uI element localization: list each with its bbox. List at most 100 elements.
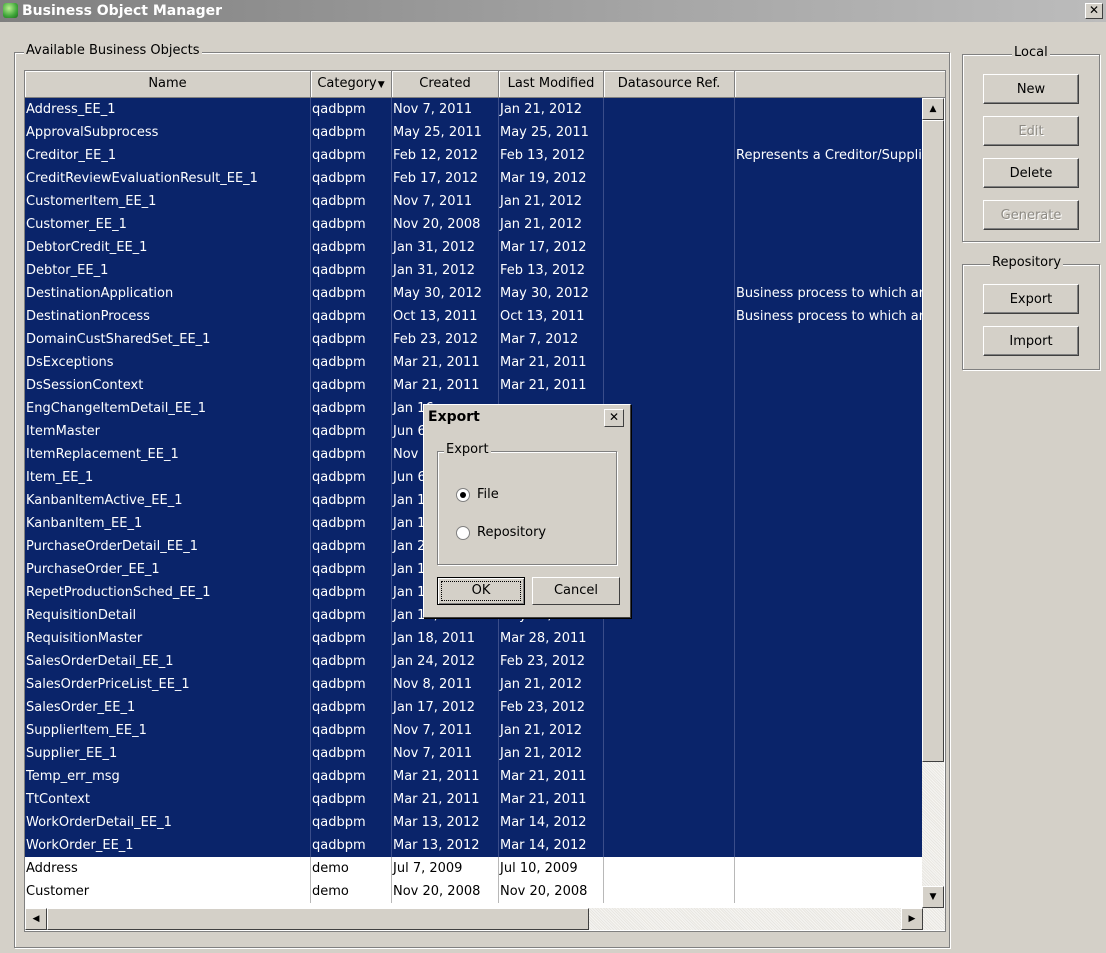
cell-datasource-ref (604, 167, 735, 190)
table-row[interactable]: Customer demo Nov 20, 2008 Nov 20, 2008 (25, 880, 923, 903)
cell-datasource-ref (604, 282, 735, 305)
cell-created: Nov 20, 2008 (392, 880, 499, 903)
col-header-last-modified[interactable]: Last Modified (499, 71, 604, 98)
table-row[interactable]: Address demo Jul 7, 2009 Jul 10, 2009 (25, 857, 923, 880)
horizontal-scrollbar[interactable]: ◀ ▶ (25, 908, 945, 930)
col-header-datasource-ref[interactable]: Datasource Ref. (604, 71, 735, 98)
table-row[interactable]: DomainCustSharedSet_EE_1 qadbpm Feb 23, 20… (25, 328, 923, 351)
scroll-down-icon[interactable]: ▼ (922, 886, 944, 908)
cell-category: qadbpm (311, 443, 392, 466)
local-group-label: Local (1012, 45, 1050, 60)
export-option-group-label: Export (444, 442, 491, 457)
table-row[interactable]: SupplierItem_EE_1 qadbpm Nov 7, 2011 Jan 21… (25, 719, 923, 742)
cell-name: DsExceptions (25, 351, 311, 374)
repository-group-label: Repository (990, 255, 1064, 270)
radio-repository-indicator[interactable] (456, 525, 470, 540)
cell-description (735, 719, 923, 742)
table-row[interactable]: DsExceptions qadbpm Mar 21, 2011 Mar 21, 20… (25, 351, 923, 374)
table-row[interactable]: SalesOrder_EE_1 qadbpm Jan 17, 2012 Feb 23,… (25, 696, 923, 719)
cell-last-modified: May 25, 2011 (499, 121, 604, 144)
new-button[interactable]: New (983, 74, 1079, 104)
cancel-button[interactable]: Cancel (532, 577, 620, 605)
horizontal-scroll-thumb[interactable] (47, 908, 589, 930)
export-button[interactable]: Export (983, 284, 1079, 314)
cell-last-modified: Mar 17, 2012 (499, 236, 604, 259)
table-row[interactable]: WorkOrder_EE_1 qadbpm Mar 13, 2012 Mar 14, … (25, 834, 923, 857)
cell-category: qadbpm (311, 351, 392, 374)
import-button[interactable]: Import (983, 326, 1079, 356)
cell-category: qadbpm (311, 213, 392, 236)
window-title: Business Object Manager (22, 3, 223, 19)
col-header-description[interactable] (735, 71, 945, 98)
cell-category: qadbpm (311, 558, 392, 581)
scroll-left-icon[interactable]: ◀ (25, 908, 47, 930)
table-row[interactable]: DestinationProcess qadbpm Oct 13, 2011 Oct … (25, 305, 923, 328)
table-row[interactable]: SalesOrderPriceList_EE_1 qadbpm Nov 8, 201… (25, 673, 923, 696)
table-row[interactable]: TtContext qadbpm Mar 21, 2011 Mar 21, 2011 (25, 788, 923, 811)
cell-created: Feb 17, 2012 (392, 167, 499, 190)
cell-name: PurchaseOrderDetail_EE_1 (25, 535, 311, 558)
cell-name: DebtorCredit_EE_1 (25, 236, 311, 259)
table-row[interactable]: RequisitionMaster qadbpm Jan 18, 2011 Mar 2… (25, 627, 923, 650)
cell-description (735, 650, 923, 673)
cell-category: qadbpm (311, 788, 392, 811)
window-close-icon[interactable]: ✕ (1085, 3, 1103, 19)
table-row[interactable]: ApprovalSubprocess qadbpm May 25, 2011 May … (25, 121, 923, 144)
col-header-category[interactable]: Category▼ (311, 71, 392, 98)
table-row[interactable]: Debtor_EE_1 qadbpm Jan 31, 2012 Feb 13, 201… (25, 259, 923, 282)
cell-last-modified: Jan 21, 2012 (499, 719, 604, 742)
cell-datasource-ref (604, 305, 735, 328)
generate-button[interactable]: Generate (983, 200, 1079, 230)
scroll-up-icon[interactable]: ▲ (922, 98, 944, 120)
cell-category: qadbpm (311, 167, 392, 190)
vertical-scroll-thumb[interactable] (922, 120, 944, 762)
cell-category: qadbpm (311, 98, 392, 121)
cell-description (735, 236, 923, 259)
cell-name: ItemReplacement_EE_1 (25, 443, 311, 466)
table-row[interactable]: Address_EE_1 qadbpm Nov 7, 2011 Jan 21, 201… (25, 98, 923, 121)
cell-name: RepetProductionSched_EE_1 (25, 581, 311, 604)
ok-button[interactable]: OK (437, 577, 525, 605)
edit-button[interactable]: Edit (983, 116, 1079, 146)
cell-name: RequisitionMaster (25, 627, 311, 650)
table-row[interactable]: Creditor_EE_1 qadbpm Feb 12, 2012 Feb 13, 2… (25, 144, 923, 167)
table-row[interactable]: Supplier_EE_1 qadbpm Nov 7, 2011 Jan 21, 20… (25, 742, 923, 765)
cell-description (735, 351, 923, 374)
radio-file[interactable]: File (456, 485, 499, 505)
dialog-close-icon[interactable]: ✕ (604, 409, 624, 427)
cell-last-modified: Mar 21, 2011 (499, 374, 604, 397)
cell-category: qadbpm (311, 190, 392, 213)
cell-last-modified: Oct 13, 2011 (499, 305, 604, 328)
objects-group-label: Available Business Objects (24, 43, 202, 58)
cell-datasource-ref (604, 742, 735, 765)
cell-name: DestinationProcess (25, 305, 311, 328)
table-row[interactable]: CreditReviewEvaluationResult_EE_1 qadbpm F… (25, 167, 923, 190)
cell-name: Supplier_EE_1 (25, 742, 311, 765)
cell-category: qadbpm (311, 834, 392, 857)
cell-description (735, 673, 923, 696)
table-row[interactable]: WorkOrderDetail_EE_1 qadbpm Mar 13, 2012 Ma… (25, 811, 923, 834)
cell-created: Jan 18, 2011 (392, 627, 499, 650)
table-row[interactable]: CustomerItem_EE_1 qadbpm Nov 7, 2011 Jan 21… (25, 190, 923, 213)
table-row[interactable]: Customer_EE_1 qadbpm Nov 20, 2008 Jan 21, 2… (25, 213, 923, 236)
scroll-right-icon[interactable]: ▶ (901, 908, 923, 930)
cell-last-modified: Jan 21, 2012 (499, 673, 604, 696)
cell-description (735, 328, 923, 351)
table-row[interactable]: DestinationApplication qadbpm May 30, 2012… (25, 282, 923, 305)
radio-repository[interactable]: Repository (456, 523, 546, 543)
delete-button[interactable]: Delete (983, 158, 1079, 188)
table-row[interactable]: DebtorCredit_EE_1 qadbpm Jan 31, 2012 Mar 1… (25, 236, 923, 259)
cell-datasource-ref (604, 880, 735, 903)
cell-category: qadbpm (311, 673, 392, 696)
radio-file-indicator[interactable] (456, 487, 470, 502)
cell-created: Nov 7, 2011 (392, 742, 499, 765)
col-header-name[interactable]: Name (25, 71, 311, 98)
table-row[interactable]: SalesOrderDetail_EE_1 qadbpm Jan 24, 2012 F… (25, 650, 923, 673)
cell-description (735, 788, 923, 811)
vertical-scrollbar[interactable]: ▲ ▼ (922, 98, 944, 908)
table-row[interactable]: DsSessionContext qadbpm Mar 21, 2011 Mar 21… (25, 374, 923, 397)
col-header-created[interactable]: Created (392, 71, 499, 98)
table-row[interactable]: Temp_err_msg qadbpm Mar 21, 2011 Mar 21, 20… (25, 765, 923, 788)
cell-description (735, 190, 923, 213)
cell-datasource-ref (604, 788, 735, 811)
